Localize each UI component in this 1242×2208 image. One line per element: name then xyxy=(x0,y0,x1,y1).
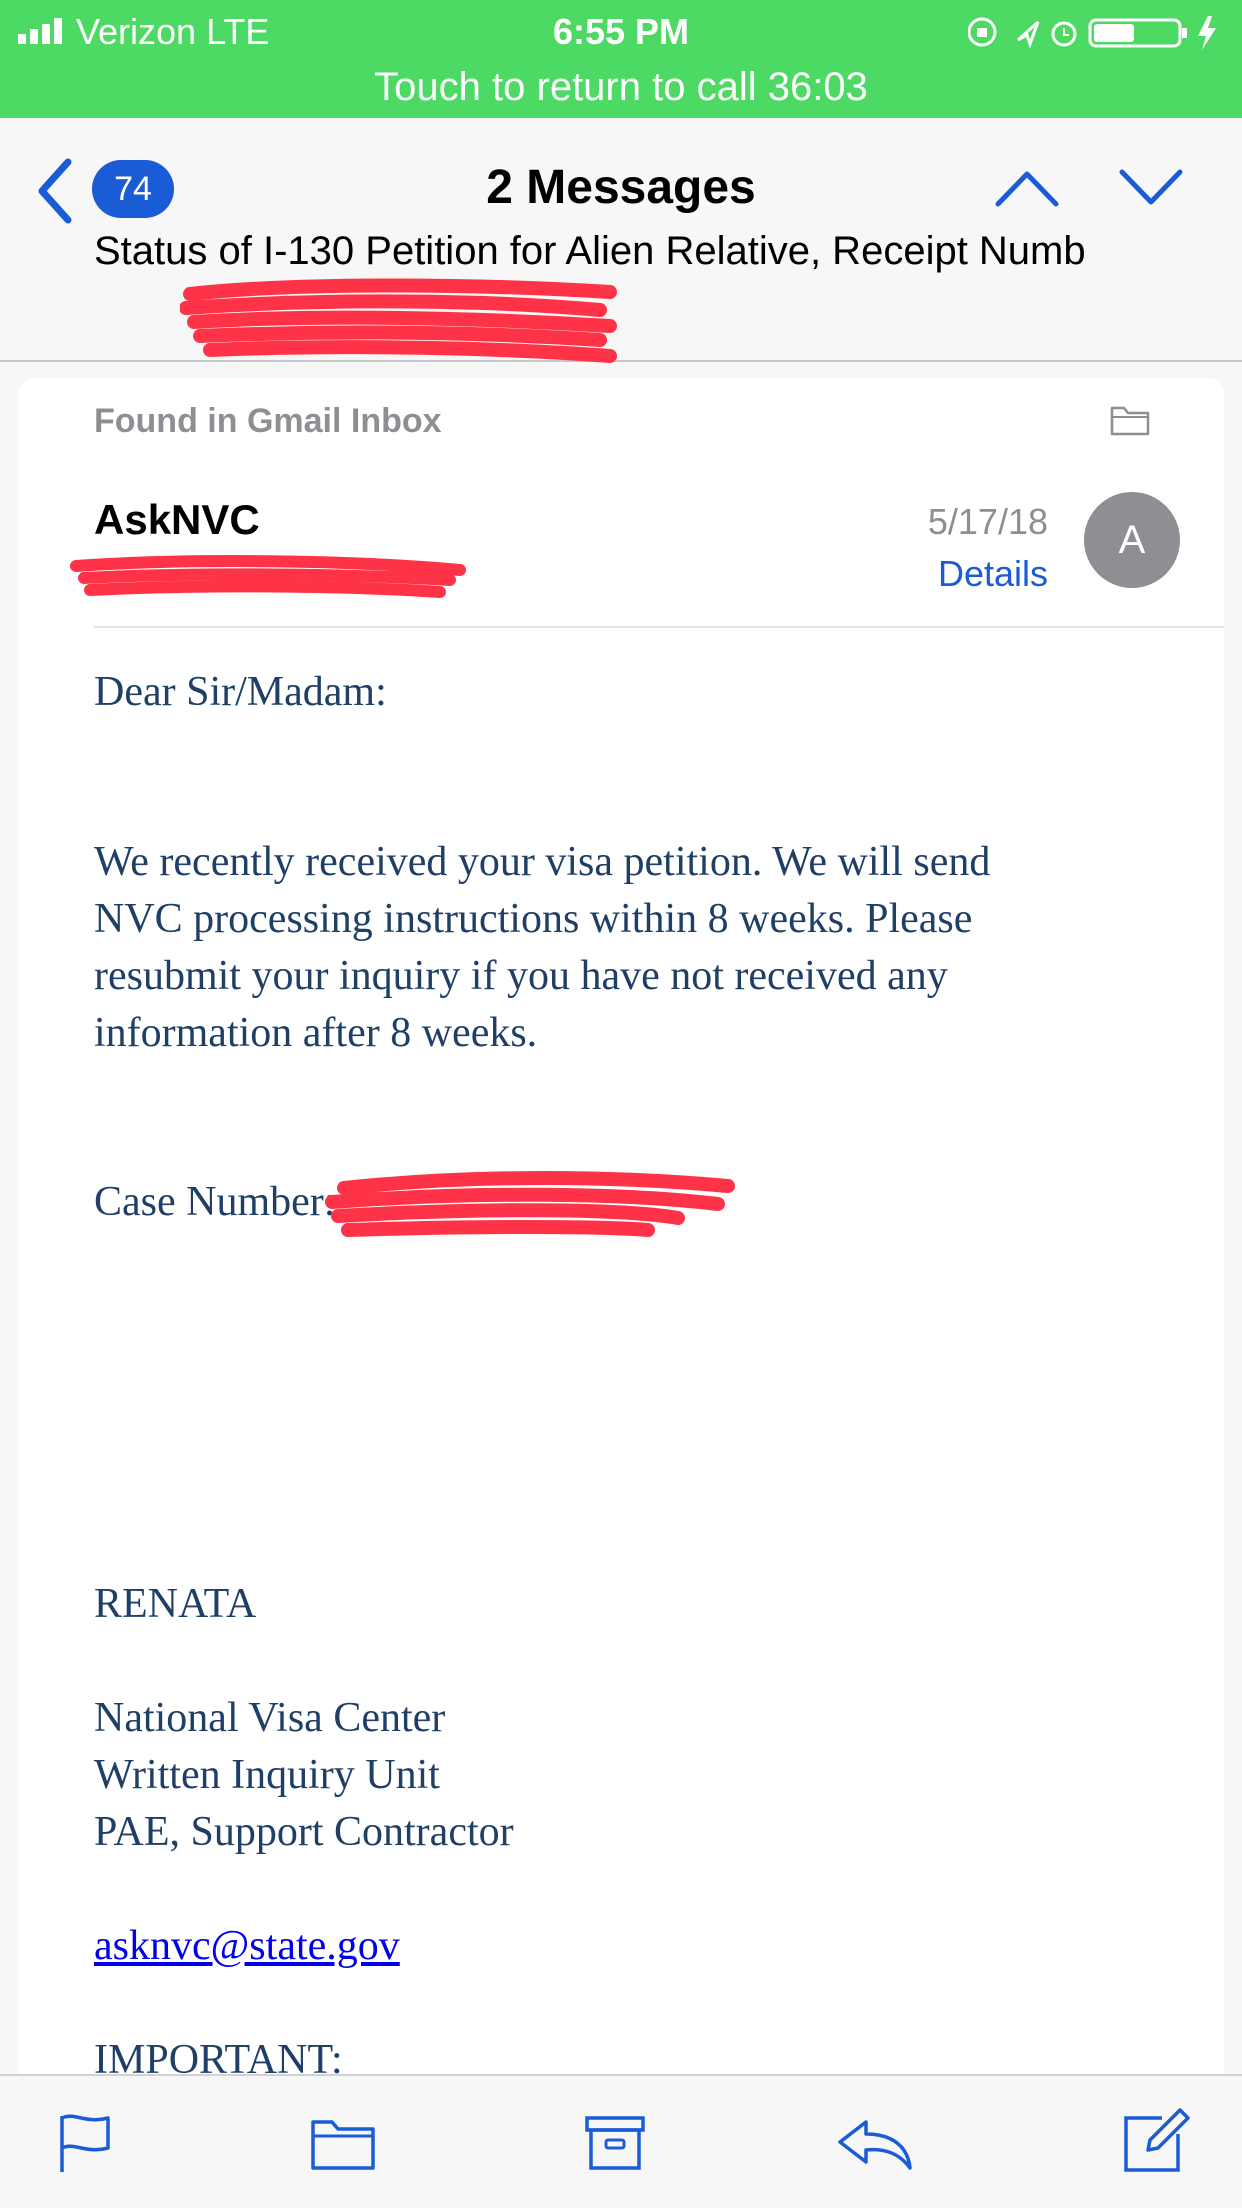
folder-icon[interactable] xyxy=(310,2112,376,2174)
signature-name: RENATA xyxy=(94,1581,257,1627)
redaction-mark xyxy=(325,1171,735,1237)
reply-icon[interactable] xyxy=(836,2112,914,2174)
message-date: 5/17/18 xyxy=(927,501,1048,542)
battery-icon xyxy=(1088,18,1187,48)
redaction-mark xyxy=(180,278,617,363)
rotation-lock-icon xyxy=(968,17,997,47)
chevron-up-icon[interactable] xyxy=(994,166,1060,210)
signature-line-2: Written Inquiry Unit xyxy=(94,1752,440,1798)
sender-name[interactable]: AskNVC xyxy=(94,494,260,546)
bottom-toolbar xyxy=(0,2074,1242,2208)
greeting: Dear Sir/Madam: xyxy=(94,669,387,715)
archive-icon[interactable] xyxy=(584,2112,646,2174)
mailbox-location: Found in Gmail Inbox xyxy=(94,402,442,440)
alarm-icon xyxy=(1051,21,1077,47)
signature-line-3: PAE, Support Contractor xyxy=(94,1809,514,1855)
folder-icon[interactable] xyxy=(1110,402,1150,436)
avatar[interactable]: A xyxy=(1084,492,1180,588)
header-divider xyxy=(94,626,1224,628)
status-icons-group xyxy=(968,16,1216,50)
body-line-4: information after 8 weeks. xyxy=(94,1010,538,1056)
location-arrow-icon xyxy=(1016,20,1040,49)
details-link[interactable]: Details xyxy=(938,552,1048,596)
redaction-mark xyxy=(70,555,466,598)
return-to-call-banner[interactable]: Touch to return to call 36:03 xyxy=(0,62,1242,112)
message-header: 74 2 Messages Status of I-130 Petition f… xyxy=(0,118,1242,363)
body-line-3: resubmit your inquiry if you have not re… xyxy=(94,953,948,999)
charging-bolt-icon xyxy=(1198,16,1216,50)
body-line-2: NVC processing instructions within 8 wee… xyxy=(94,896,973,942)
flag-icon[interactable] xyxy=(54,2112,116,2174)
message-subject: Status of I-130 Petition for Alien Relat… xyxy=(94,229,1086,273)
compose-icon[interactable] xyxy=(1122,2104,1192,2174)
email-link[interactable]: asknvc@state.gov xyxy=(94,1923,400,1969)
email-line: asknvc@state.gov xyxy=(94,1918,1094,1975)
call-status-bar[interactable]: Verizon LTE 6:55 PM Touch to return to c… xyxy=(0,0,1242,118)
message-card: Found in Gmail Inbox AskNVC 5/17/18 Deta… xyxy=(18,378,1224,2083)
body-line-1: We recently received your visa petition.… xyxy=(94,839,991,885)
chevron-down-icon[interactable] xyxy=(1118,166,1184,210)
signature-line-1: National Visa Center xyxy=(94,1695,446,1741)
